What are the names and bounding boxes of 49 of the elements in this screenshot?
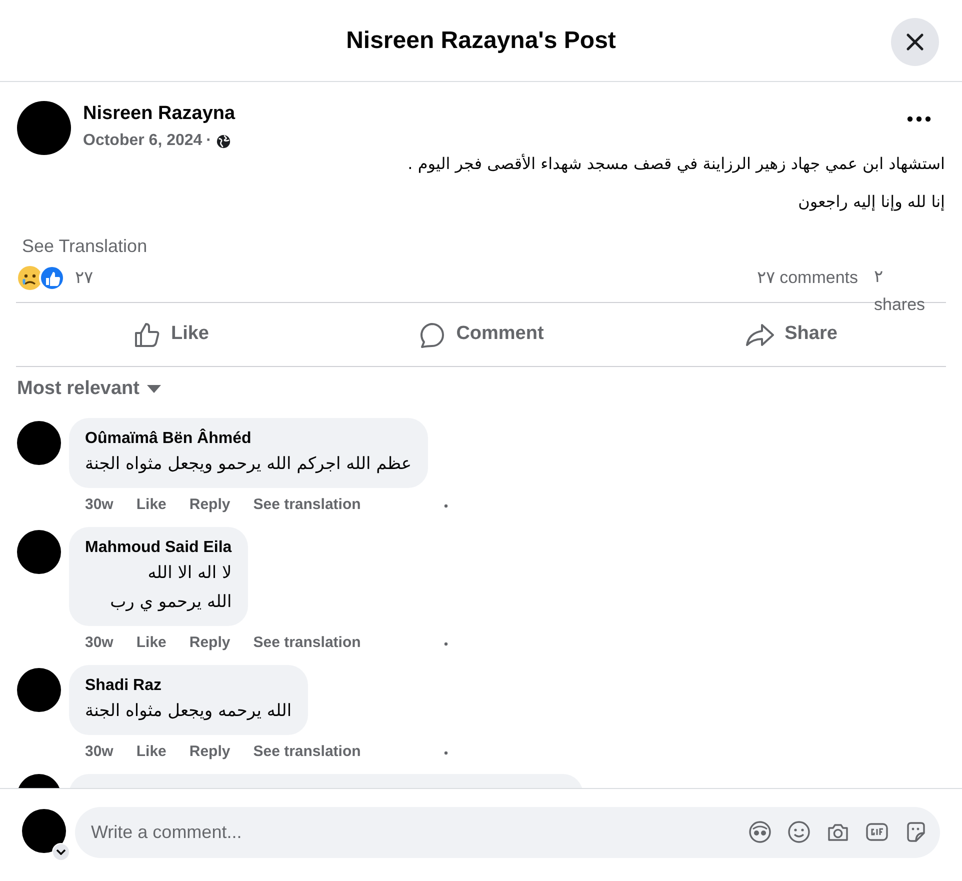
like-icon [132,320,161,348]
like-button[interactable]: Like [16,312,326,356]
comment-action-link[interactable]: Reply [189,741,230,764]
post-text: إنا لله وإنا إليه راجعون [797,191,945,213]
reaction-count[interactable]: ٢٧ [75,265,93,291]
caret-icon [147,385,162,394]
more-button[interactable] [906,114,932,124]
profile-switch-button[interactable] [52,843,70,861]
comment-action-link[interactable]: Reply [189,632,230,655]
close-button[interactable] [891,18,939,66]
comment-time[interactable]: 30w [85,494,114,517]
comment-time[interactable]: 30w [85,632,114,655]
more-icon [907,116,931,122]
comment-time[interactable]: 30w [85,741,114,764]
commenter-name[interactable]: Mahmoud Said Eila [85,536,232,558]
author-name[interactable]: Nisreen Razayna [83,102,236,126]
emoji-icon [787,820,811,844]
comment-text: الله يرحمه ويجعل مثواه الجنة [85,700,292,722]
comment-text: عظم الله اجركم الله يرحمو ويجعل مثواه الجنة [85,452,412,476]
comment-action-link[interactable]: Reply [189,494,230,517]
sort-dropdown[interactable]: Most relevant [17,375,162,404]
comment-action-link[interactable]: See translation [253,494,361,517]
commenter-name[interactable]: Oûmaïmâ Bën Âhméd [85,428,412,450]
window-title: Nisreen Razayna's Post [346,26,616,56]
comment-action-link[interactable]: See translation [253,632,361,655]
comment-icon [418,320,446,348]
separator: · [206,131,212,151]
post-date[interactable]: October 6, 2024 [83,129,202,153]
avatar-sticker-icon [748,820,772,844]
reactions-icon [17,265,65,291]
comment-action-link[interactable]: See translation [253,741,361,764]
comment-action-link[interactable]: Like [136,494,166,517]
sticker-icon [904,820,928,844]
post-text: استشهاد ابن عمي جهاد زهير الرزاينة في قصف مسجد شهداء الأقصى فجر اليوم . [406,152,945,175]
emoji-button[interactable] [787,820,811,844]
comment-text: لا اله الا الله [146,562,232,584]
avatar-sticker-button[interactable] [748,820,772,844]
comment-button[interactable]: Comment [326,312,636,356]
chevron-icon [56,849,66,855]
comment-count[interactable]: ٢٧ comments [756,265,858,291]
comment-action-link[interactable]: Like [136,741,166,764]
globe-icon [216,134,230,148]
close-icon [905,32,925,52]
sticker-button[interactable] [904,820,928,844]
see-translation-link[interactable]: See Translation [22,233,148,260]
comment-action-link[interactable]: Like [136,632,166,655]
comment-field[interactable]: Write a comment... [75,806,940,858]
commenter-name[interactable]: Shadi Raz [85,674,292,696]
comment-text: الله يرحمو ي رب [109,590,232,614]
